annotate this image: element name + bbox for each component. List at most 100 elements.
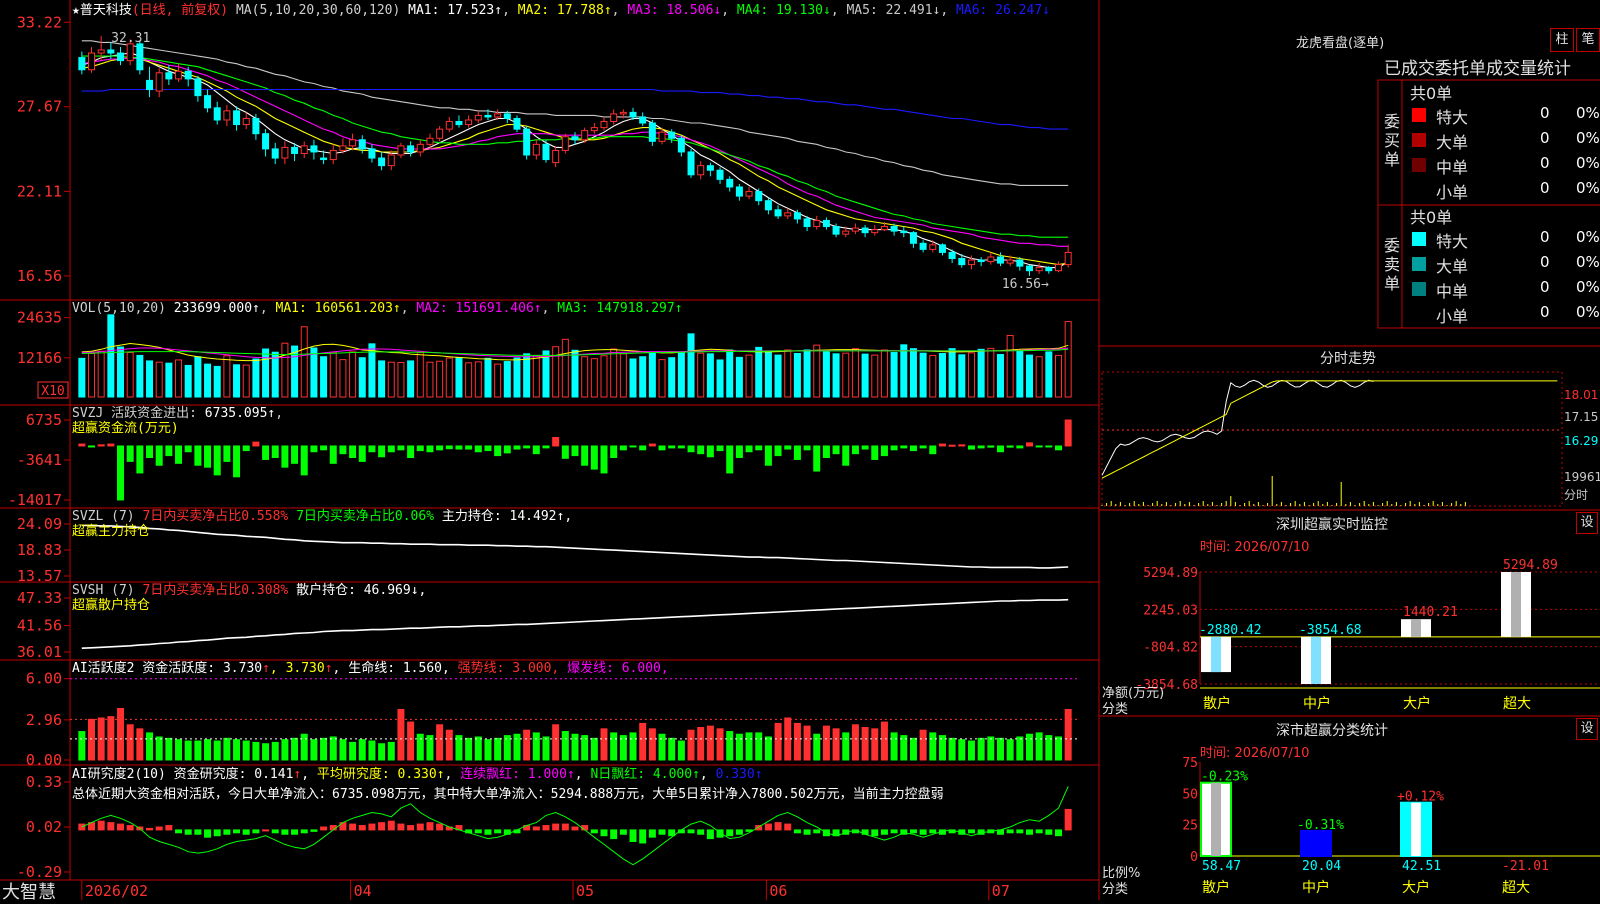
money-flow-bar [706,445,714,458]
volume-tick-label: 12166 [17,349,62,367]
retail-holding-subtitle: 超赢散户持仓 [72,597,150,613]
candle-body [958,258,966,266]
volume-bar [88,353,96,398]
ai-activity-bar [291,737,299,761]
ai-research-bar [358,825,366,831]
ai-research-bar [919,829,927,835]
ai-research-bar [1035,829,1043,834]
ai-activity-tick-label: 0.00 [26,751,62,769]
candle-body [658,131,666,142]
ai-research-bar [368,823,376,831]
ai-research-bar [967,829,975,834]
money-flow-bar [291,445,299,464]
volume-bar [784,349,792,398]
candle-down [716,167,724,184]
money-flow-bar [842,445,850,466]
volume-bar [1006,334,1014,398]
volume-bar [581,356,589,398]
x-axis-label: 2026/02 [85,882,148,900]
ai-activity-bar [223,737,231,761]
money-flow-bar [320,445,328,451]
volume-bar [271,351,279,398]
candle-body [97,49,105,54]
sz-monitor-time: 时间: 2026/07/10 [1200,540,1310,555]
candle-down [861,225,869,238]
ai-activity-bar [1025,733,1033,761]
sz-monitor-settings-button[interactable]: 设 [1576,512,1598,534]
sz-monitor-side-label-2: 分类 [1102,702,1129,717]
order-count: 0 [1540,104,1550,122]
volume-bar [871,354,879,398]
candle-down [407,141,415,157]
retail-holding-tick-label: 47.33 [17,589,62,607]
price-tick-label: 33.22 [17,13,62,31]
ai-activity-bar [320,737,328,761]
candle-body [842,230,850,235]
ai-activity-bar [532,732,540,761]
ai-research-bar [639,829,647,844]
volume-bar [745,354,753,398]
stroke-mode-button[interactable]: 笔 [1576,28,1600,52]
ai-activity-bar [252,741,260,761]
bar-mode-button[interactable]: 柱 [1550,28,1574,52]
volume-bar [1025,354,1033,398]
volume-bar [165,362,173,398]
money-flow-bar [523,445,531,449]
candle-up [474,110,482,124]
timeshare-panel: 分时走势 18.01 17.15 16.29 19961 分时 [1100,346,1600,510]
ai-research-bar [271,829,279,834]
ai-activity-bar [184,740,192,761]
candle-down [213,101,221,125]
money-flow-bar [97,444,105,447]
buy-order-label: 委买单 [1384,112,1401,169]
volume-bar [233,364,241,398]
money-flow-bar [784,445,792,450]
ai-activity-bar [194,740,202,761]
ai-research-title: AI研究度2(10) 资金研究度: 0.141↑, 平均研究度: 0.330↑,… [72,766,763,782]
money-flow-bar [455,445,463,450]
money-flow-tick-label: -3641 [17,451,62,469]
ai-research-bar [1064,808,1072,831]
volume-bar [755,346,763,398]
candle-body [252,117,260,135]
candle-body [223,110,231,121]
ai-research-bar [416,823,424,831]
sz-monitor-title: 深圳超赢实时监控 [1276,517,1388,533]
sz-class-title: 深市超赢分类统计 [1276,723,1388,739]
ai-activity-bar [426,735,434,761]
money-flow-bar [175,445,183,464]
candle-body [803,218,811,228]
order-count: 0 [1540,303,1550,321]
ai-activity-bar [822,725,830,761]
ai-research-tick-label: 0.33 [26,773,62,791]
ai-research-bar [880,829,888,835]
ai-activity-bar [465,737,473,761]
candle-up [552,145,560,168]
candle-body [706,165,714,171]
candle-up [349,133,357,151]
money-flow-bar [590,445,598,470]
ai-activity-bar [735,733,743,761]
ai-activity-bar [1064,708,1072,761]
money-flow-bar [832,445,840,455]
ai-research-bar [126,825,134,831]
money-flow-bar [697,445,705,455]
ai-activity-bar [755,732,763,761]
sz-class-settings-button[interactable]: 设 [1576,718,1598,740]
candle-body [455,121,463,126]
money-flow-bar [165,445,173,457]
ai-research-bar [146,827,154,831]
order-percent: 0% [1576,129,1600,147]
volume-bar [726,349,734,398]
ai-activity-bar [175,739,183,761]
money-flow-bar [745,445,753,453]
money-flow-bar [78,443,86,447]
candle-body [532,143,540,156]
ai-activity-bar [1016,736,1024,761]
ai-activity-bar [368,740,376,761]
volume-bar [987,347,995,398]
ai-activity-bar [271,741,279,761]
order-percent: 0% [1576,154,1600,172]
volume-bar [252,358,260,398]
money-flow-bar [919,445,927,449]
